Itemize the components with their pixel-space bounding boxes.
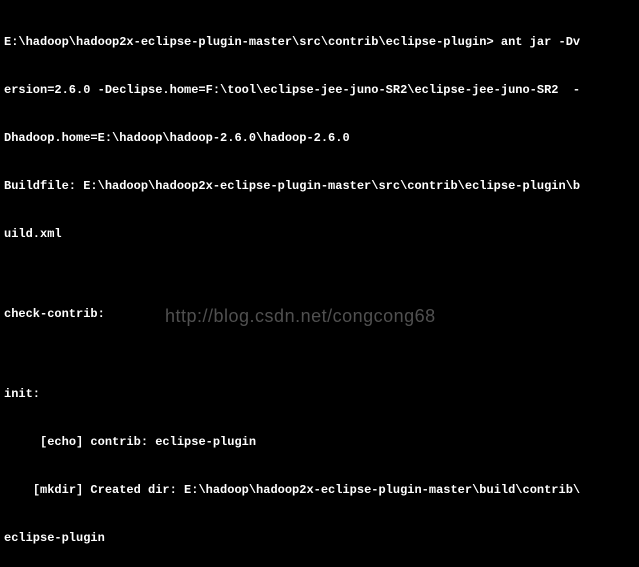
- terminal-line: E:\hadoop\hadoop2x-eclipse-plugin-master…: [4, 34, 635, 50]
- terminal-line: eclipse-plugin: [4, 530, 635, 546]
- terminal-line: [mkdir] Created dir: E:\hadoop\hadoop2x-…: [4, 482, 635, 498]
- terminal-line: Dhadoop.home=E:\hadoop\hadoop-2.6.0\hado…: [4, 130, 635, 146]
- terminal-line: Buildfile: E:\hadoop\hadoop2x-eclipse-pl…: [4, 178, 635, 194]
- terminal-line: [echo] contrib: eclipse-plugin: [4, 434, 635, 450]
- terminal-line: ersion=2.6.0 -Declipse.home=F:\tool\ecli…: [4, 82, 635, 98]
- terminal-output[interactable]: E:\hadoop\hadoop2x-eclipse-plugin-master…: [0, 0, 639, 567]
- terminal-line: init:: [4, 386, 635, 402]
- terminal-line: uild.xml: [4, 226, 635, 242]
- terminal-line: check-contrib:: [4, 306, 635, 322]
